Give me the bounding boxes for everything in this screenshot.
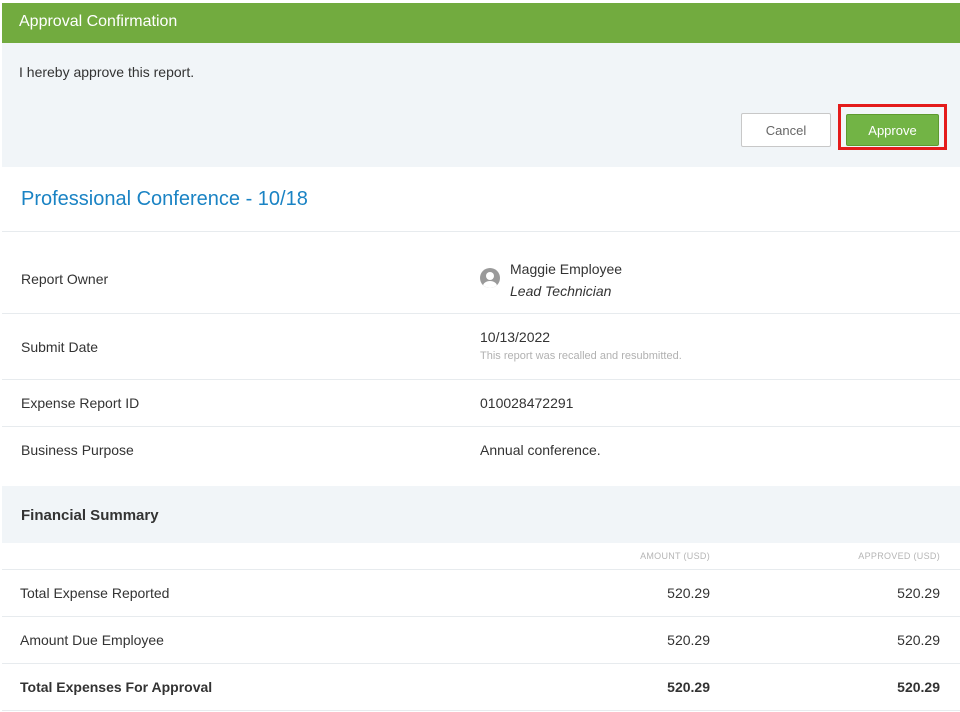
divider (2, 313, 960, 314)
financial-summary-header: Financial Summary (2, 486, 960, 543)
divider (2, 616, 960, 617)
report-title: Professional Conference - 10/18 (21, 188, 308, 210)
amount-cell: 520.29 (667, 585, 710, 601)
resubmit-note: This report was recalled and resubmitted… (480, 350, 682, 362)
approved-cell: 520.29 (897, 679, 940, 695)
owner-role: Lead Technician (510, 283, 612, 299)
approval-dialog-header: Approval Confirmation (2, 3, 960, 43)
divider (2, 231, 960, 232)
amount-column-header: AMOUNT (USD) (640, 551, 710, 561)
table-row-label: Amount Due Employee (20, 632, 164, 648)
financial-summary-title: Financial Summary (21, 507, 159, 524)
table-row-label: Total Expense Reported (20, 585, 170, 601)
cancel-button[interactable]: Cancel (741, 113, 831, 147)
amount-cell: 520.29 (667, 632, 710, 648)
expense-report-id-label: Expense Report ID (21, 395, 140, 411)
approval-confirm-panel: I hereby approve this report. Cancel App… (2, 43, 960, 167)
table-row-label: Total Expenses For Approval (20, 679, 213, 695)
submit-date-label: Submit Date (21, 339, 99, 355)
confirm-text: I hereby approve this report. (19, 64, 195, 80)
submit-date-value: 10/13/2022 (480, 329, 551, 345)
approve-button[interactable]: Approve (846, 114, 939, 146)
owner-name: Maggie Employee (510, 261, 623, 277)
dialog-title: Approval Confirmation (19, 13, 178, 30)
divider (2, 379, 960, 380)
business-purpose-value: Annual conference. (480, 442, 601, 458)
divider (2, 663, 960, 664)
amount-cell: 520.29 (667, 679, 710, 695)
divider (2, 569, 960, 570)
report-owner-label: Report Owner (21, 271, 109, 287)
divider (2, 426, 960, 427)
user-avatar-icon (480, 268, 500, 288)
approved-cell: 520.29 (897, 585, 940, 601)
approved-cell: 520.29 (897, 632, 940, 648)
approved-column-header: APPROVED (USD) (858, 551, 940, 561)
divider (2, 710, 960, 711)
business-purpose-label: Business Purpose (21, 442, 134, 458)
expense-report-id-value: 010028472291 (480, 395, 574, 411)
